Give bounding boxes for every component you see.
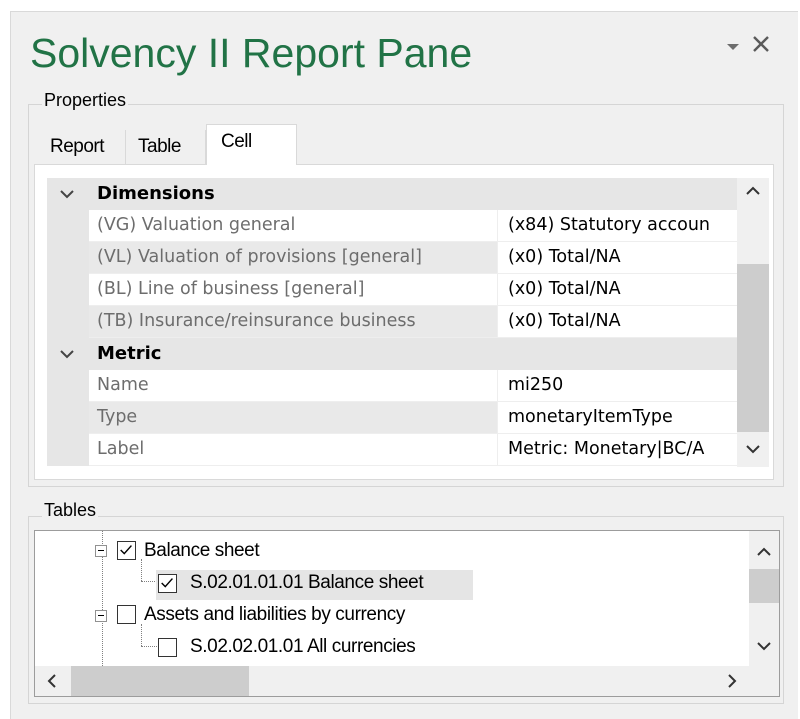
scroll-thumb[interactable] [749, 569, 779, 603]
property-value[interactable]: (x84) Statutory accoun [498, 210, 737, 242]
category-metric[interactable]: Metric [47, 338, 737, 370]
tables-tree-scrollbar[interactable] [749, 531, 779, 666]
property-name: (VL) Valuation of provisions [general] [89, 242, 498, 274]
tree-item-label[interactable]: S.02.01.01.01 Balance sheet [190, 572, 424, 594]
property-name: Type [89, 402, 498, 434]
checkmark-icon [120, 545, 132, 555]
tree-checkbox[interactable] [117, 541, 136, 560]
property-row[interactable]: (BL) Line of business [general] (x0) Tot… [47, 274, 737, 306]
properties-label: Properties [42, 90, 129, 111]
property-value[interactable]: mi250 [498, 370, 737, 402]
category-label: Dimensions [97, 183, 215, 204]
scroll-up-icon[interactable] [745, 186, 761, 196]
property-grid-scrollbar[interactable] [737, 178, 769, 467]
row-margin [47, 306, 89, 338]
chevron-down-icon[interactable] [59, 187, 75, 201]
scroll-left-icon[interactable] [47, 673, 57, 689]
pane-title: Solvency II Report Pane [30, 30, 473, 76]
scroll-down-icon[interactable] [745, 444, 761, 454]
tree-expander[interactable] [95, 545, 107, 557]
tab-table[interactable]: Table [126, 130, 206, 164]
property-value[interactable]: (x0) Total/NA [498, 242, 737, 274]
property-row[interactable]: (TB) Insurance/reinsurance business (x0)… [47, 306, 737, 338]
tree-checkbox[interactable] [158, 638, 177, 657]
property-name: (BL) Line of business [general] [89, 274, 498, 306]
tab-cell[interactable]: Cell [206, 124, 297, 165]
tree-item-label[interactable]: Assets and liabilities by currency [144, 604, 405, 626]
property-grid: Dimensions (VG) Valuation general (x84) … [47, 178, 737, 467]
property-value[interactable]: monetaryItemType [498, 402, 737, 434]
tables-tree-hscrollbar[interactable] [35, 666, 779, 696]
row-margin [47, 370, 89, 402]
tree-checkbox[interactable] [117, 605, 136, 624]
row-margin [47, 274, 89, 306]
chevron-down-icon[interactable] [59, 347, 75, 361]
row-margin [47, 402, 89, 434]
property-row[interactable]: (VG) Valuation general (x84) Statutory a… [47, 210, 737, 242]
tree-line [141, 646, 157, 647]
property-row[interactable]: Type monetaryItemType [47, 402, 737, 434]
property-row[interactable]: (VL) Valuation of provisions [general] (… [47, 242, 737, 274]
property-row[interactable]: Label Metric: Monetary|BC/A [47, 434, 737, 466]
tree-line [141, 559, 142, 581]
triangle-down-icon[interactable] [726, 40, 740, 54]
row-margin [47, 434, 89, 466]
scroll-up-icon[interactable] [756, 547, 772, 557]
tree-line [141, 624, 142, 646]
tree-item-label[interactable]: S.02.02.01.01 All currencies [190, 636, 416, 658]
property-name: Name [89, 370, 498, 402]
tables-label: Tables [42, 500, 99, 521]
row-margin [47, 210, 89, 242]
tree-checkbox[interactable] [158, 574, 177, 593]
category-dimensions[interactable]: Dimensions [47, 178, 737, 210]
tree-line [141, 581, 157, 582]
row-margin [47, 242, 89, 274]
property-name: (VG) Valuation general [89, 210, 498, 242]
property-name: Label [89, 434, 498, 466]
close-icon[interactable] [750, 33, 772, 55]
category-label: Metric [97, 343, 162, 364]
tab-report[interactable]: Report [46, 130, 126, 164]
scroll-right-icon[interactable] [727, 673, 737, 689]
property-value[interactable]: Metric: Monetary|BC/A [498, 434, 737, 466]
property-name: (TB) Insurance/reinsurance business [89, 306, 498, 338]
tree-expander[interactable] [95, 610, 107, 622]
tree-item-label[interactable]: Balance sheet [144, 540, 260, 562]
scroll-down-icon[interactable] [756, 641, 772, 651]
property-row[interactable]: Name mi250 [47, 370, 737, 402]
scroll-thumb[interactable] [737, 264, 769, 432]
property-value[interactable]: (x0) Total/NA [498, 274, 737, 306]
property-value[interactable]: (x0) Total/NA [498, 306, 737, 338]
checkmark-icon [161, 578, 173, 588]
scroll-thumb[interactable] [71, 666, 249, 696]
